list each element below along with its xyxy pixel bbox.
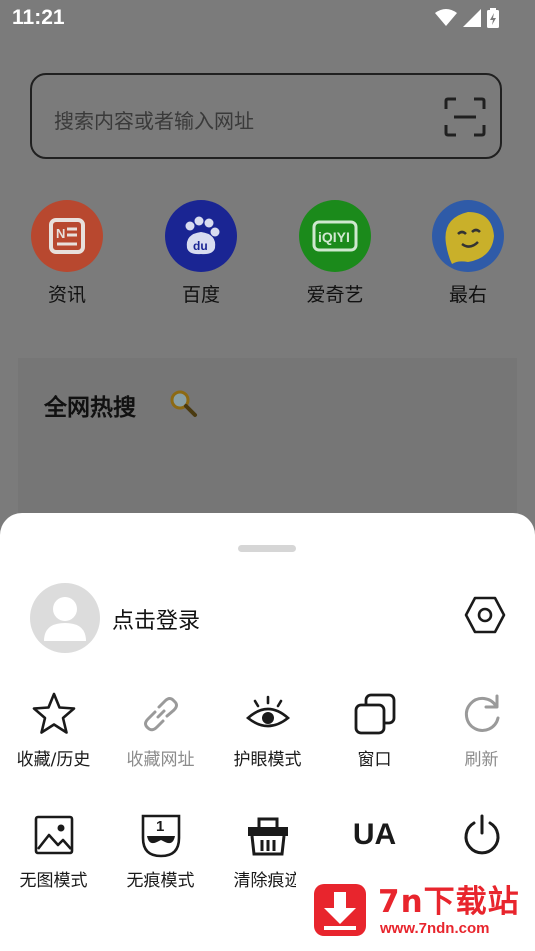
- menu-label: 收藏/历史: [16, 750, 91, 770]
- shortcut-label: 百度: [181, 284, 220, 306]
- svg-text:N: N: [56, 226, 65, 241]
- wifi-icon: [435, 9, 457, 26]
- menu-label: 无图模式: [19, 871, 88, 891]
- svg-text:1: 1: [156, 818, 164, 835]
- clear-basket-icon: [247, 817, 288, 856]
- shortcut-label: 资讯: [47, 284, 86, 306]
- power-icon: [464, 814, 499, 855]
- scan-icon[interactable]: [444, 97, 486, 137]
- watermark-title: 7n下载站: [378, 884, 520, 920]
- shortcut-baidu[interactable]: du 百度: [146, 200, 256, 307]
- download-arrow-icon: [314, 884, 366, 936]
- menu-label: 护眼模式: [233, 750, 302, 770]
- menu-label: 窗口: [357, 750, 392, 770]
- svg-text:iQIYI: iQIYI: [318, 229, 350, 245]
- link-icon: [143, 697, 178, 732]
- avatar[interactable]: [30, 583, 100, 653]
- image-icon: [34, 815, 73, 855]
- incognito-mask-icon: 1: [141, 814, 180, 858]
- watermark-url: www.7ndn.com: [380, 920, 490, 937]
- status-bar: 11:21: [0, 0, 535, 38]
- windows-button[interactable]: 窗口: [321, 689, 428, 770]
- incognito-mode-button[interactable]: 1 无痕模式: [107, 810, 214, 891]
- login-link[interactable]: 点击登录: [112, 603, 200, 635]
- magnifier-icon: [170, 390, 197, 417]
- search-input[interactable]: 搜索内容或者输入网址: [30, 73, 502, 159]
- news-icon: N: [31, 200, 103, 272]
- status-time: 11:21: [12, 6, 65, 29]
- settings-hexagon-icon[interactable]: [464, 595, 506, 635]
- status-icons: [435, 8, 499, 28]
- drag-handle[interactable]: [238, 545, 296, 552]
- bookmark-url-button[interactable]: 收藏网址: [107, 689, 214, 770]
- shortcut-label: 最右: [448, 284, 487, 306]
- user-agent-button[interactable]: UA: [321, 810, 428, 866]
- shortcut-iqiyi[interactable]: iQIYI 爱奇艺: [280, 200, 390, 307]
- signal-icon: [463, 9, 481, 27]
- baidu-paw-icon: du: [165, 200, 237, 272]
- menu-label: 刷新: [464, 750, 499, 770]
- menu-label: 无痕模式: [126, 871, 195, 891]
- star-icon: [32, 692, 75, 734]
- eye-care-mode-button[interactable]: 护眼模式: [214, 689, 321, 770]
- no-image-mode-button[interactable]: 无图模式: [0, 810, 107, 891]
- zuiyou-icon: [432, 200, 504, 272]
- svg-text:du: du: [193, 239, 208, 253]
- hot-search-title: 全网热搜: [44, 395, 136, 421]
- ua-text-icon: UA: [352, 818, 397, 851]
- windows-icon: [354, 693, 395, 735]
- shortcut-label: 爱奇艺: [306, 284, 364, 306]
- shortcut-zuiyou[interactable]: 最右: [413, 200, 523, 307]
- eye-icon: [245, 695, 290, 728]
- refresh-button[interactable]: 刷新: [428, 689, 535, 770]
- exit-button[interactable]: [428, 810, 535, 866]
- site-watermark: 7n下载站 www.7ndn.com: [296, 862, 535, 951]
- battery-icon: [487, 8, 499, 28]
- favorites-history-button[interactable]: 收藏/历史: [0, 689, 107, 770]
- search-placeholder: 搜索内容或者输入网址: [54, 109, 254, 133]
- menu-label: 收藏网址: [126, 750, 195, 770]
- refresh-icon: [464, 694, 499, 732]
- shortcut-news[interactable]: N 资讯: [12, 200, 122, 307]
- iqiyi-icon: iQIYI: [299, 200, 371, 272]
